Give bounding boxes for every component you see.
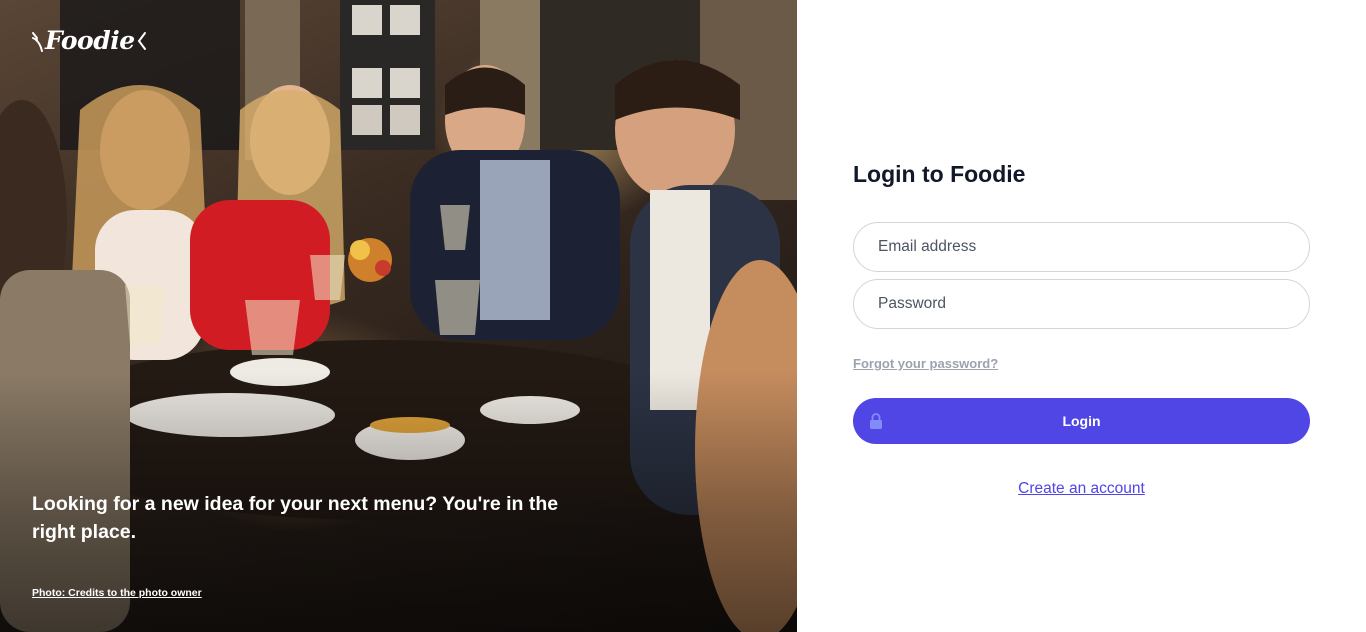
forgot-password-link[interactable]: Forgot your password? xyxy=(853,356,998,371)
hero-photo: Foodie Looking for a new idea for your n… xyxy=(0,0,797,632)
login-panel: Login to Foodie Forgot your password? Lo… xyxy=(797,0,1366,632)
foodie-logo[interactable]: Foodie xyxy=(32,26,147,55)
login-form: Login to Foodie Forgot your password? Lo… xyxy=(853,158,1310,498)
knife-icon xyxy=(137,31,146,50)
hero-tagline: Looking for a new idea for your next men… xyxy=(32,493,559,543)
login-button-label: Login xyxy=(1062,413,1101,429)
photo-credit-link[interactable]: Photo: Credits to the photo owner xyxy=(32,587,202,599)
fork-icon xyxy=(32,31,43,52)
login-page: Foodie Looking for a new idea for your n… xyxy=(0,0,1366,632)
login-button[interactable]: Login xyxy=(853,398,1310,444)
email-field[interactable] xyxy=(853,222,1310,272)
login-title: Login to Foodie xyxy=(853,161,1026,187)
password-field[interactable] xyxy=(853,279,1310,329)
create-account-link[interactable]: Create an account xyxy=(853,480,1310,498)
lock-icon xyxy=(870,413,882,429)
logo-text: Foodie xyxy=(45,26,135,55)
